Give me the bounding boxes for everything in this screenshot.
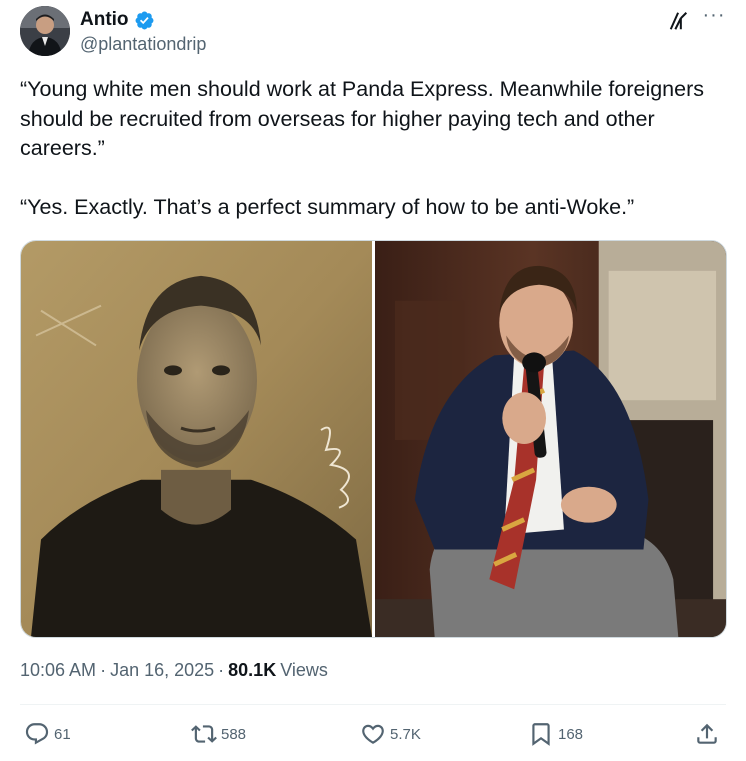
avatar[interactable]	[20, 6, 70, 56]
action-bar: 61 588 5.7K 168	[20, 718, 726, 750]
reply-icon	[25, 723, 49, 745]
speaker-photo-right	[375, 241, 726, 637]
heart-icon	[362, 724, 384, 744]
bookmark-icon	[532, 723, 550, 746]
bookmark-button[interactable]: 168	[528, 718, 583, 750]
bookmark-count: 168	[558, 725, 584, 743]
tweet-meta: 10:06 AM · Jan 16, 2025 · 80.1K Views	[20, 660, 328, 681]
repost-count: 588	[221, 725, 247, 743]
grok-icon[interactable]	[668, 10, 690, 32]
views-label: Views	[280, 660, 328, 680]
divider	[20, 704, 726, 705]
tweet-media	[20, 240, 727, 638]
avatar-image	[20, 6, 70, 56]
tweet-paragraph-1: “Young white men should work at Panda Ex…	[20, 77, 705, 160]
photo-right[interactable]	[375, 241, 726, 637]
author-name[interactable]: Antio	[80, 9, 129, 31]
tweet-header: Antio @plantationdrip ···	[20, 5, 726, 58]
photo-left[interactable]	[21, 241, 372, 637]
repost-button[interactable]: 588	[191, 718, 246, 750]
reply-count: 61	[54, 725, 71, 743]
portrait-photo-left	[21, 241, 372, 637]
more-icon[interactable]: ···	[702, 5, 726, 30]
meta-separator: ·	[218, 660, 225, 680]
views-count[interactable]: 80.1K	[228, 660, 276, 681]
tweet-text: “Young white men should work at Panda Ex…	[20, 75, 726, 222]
share-button[interactable]	[694, 718, 720, 750]
repost-icon	[191, 725, 217, 743]
tweet-date[interactable]: Jan 16, 2025	[110, 660, 214, 681]
reply-button[interactable]: 61	[24, 718, 71, 750]
tweet-time[interactable]: 10:06 AM	[20, 660, 96, 681]
meta-separator: ·	[100, 660, 107, 680]
like-count: 5.7K	[390, 725, 421, 743]
author-handle[interactable]: @plantationdrip	[80, 34, 206, 55]
author-name-row: Antio	[80, 9, 155, 31]
like-button[interactable]: 5.7K	[360, 718, 421, 750]
tweet-paragraph-2: “Yes. Exactly. That’s a perfect summary …	[20, 194, 635, 219]
share-icon	[697, 723, 717, 744]
verified-badge-icon	[135, 11, 154, 29]
